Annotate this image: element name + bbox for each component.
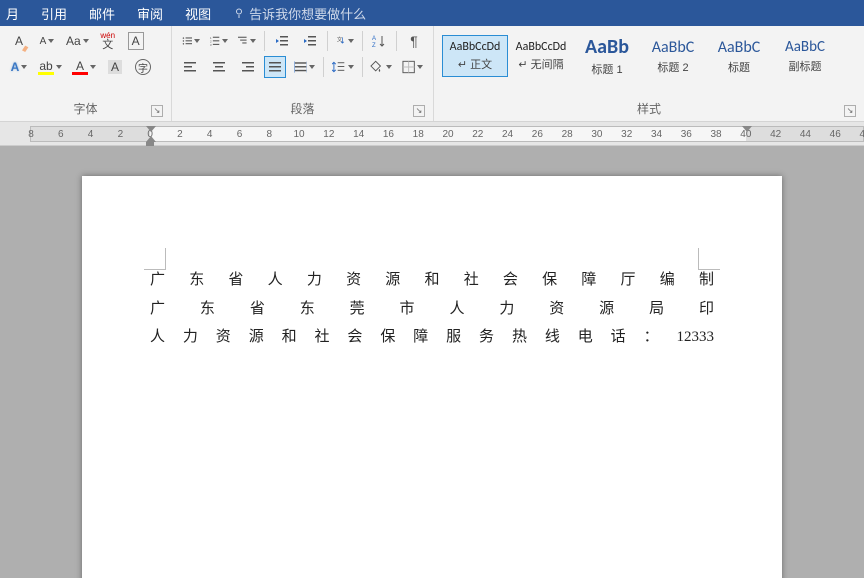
tell-me-text: 告诉我你想要做什么 — [249, 4, 366, 23]
sort-button[interactable]: AZ — [368, 30, 390, 52]
margin-corner-icon — [144, 248, 166, 270]
style-标题2[interactable]: AaBbC标题 2 — [640, 33, 706, 80]
highlight-button[interactable]: ab — [36, 56, 64, 78]
style-↵正文[interactable]: AaBbCcDd↵ 正文 — [442, 35, 508, 77]
font-group: A A Aa wén文 A A ab A A 字 字体 — [0, 26, 172, 121]
text-effects-button[interactable]: A — [8, 56, 30, 78]
change-case-button[interactable]: Aa — [64, 30, 91, 52]
document-line[interactable]: 广东省人力资源和社会保障厅编制 — [150, 266, 714, 295]
page: 广东省人力资源和社会保障厅编制广东省东莞市人力资源局印人力资源和社会保障服务热线… — [82, 176, 782, 578]
svg-text:3: 3 — [210, 43, 212, 47]
line-spacing-button[interactable] — [330, 56, 355, 78]
document-line[interactable]: 人力资源和社会保障服务热线电话：12333 — [150, 323, 714, 352]
ribbon: A A Aa wén文 A A ab A A 字 字体 — [0, 26, 864, 122]
margin-corner-icon — [698, 248, 720, 270]
style-标题1[interactable]: AaBb标题 1 — [574, 30, 640, 82]
align-distributed-button[interactable] — [292, 56, 317, 78]
font-size-inc-button[interactable]: A — [36, 30, 58, 52]
align-center-button[interactable] — [208, 56, 230, 78]
numbering-button[interactable]: 123 — [208, 30, 230, 52]
align-right-button[interactable] — [236, 56, 258, 78]
style-副标题[interactable]: AaBbC副标题 — [772, 33, 838, 79]
menu-tab-mail[interactable]: 邮件 — [89, 4, 115, 23]
styles-dialog-launcher[interactable]: ↘ — [844, 105, 856, 117]
menu-bar: 月 引用 邮件 审阅 视图 告诉我你想要做什么 — [0, 0, 864, 26]
decrease-indent-button[interactable] — [271, 30, 293, 52]
menu-tab-references[interactable]: 引用 — [41, 4, 67, 23]
borders-button[interactable] — [400, 56, 425, 78]
bullets-button[interactable] — [180, 30, 202, 52]
align-justify-button[interactable] — [264, 56, 286, 78]
document-area[interactable]: 广东省人力资源和社会保障厅编制广东省东莞市人力资源局印人力资源和社会保障服务热线… — [0, 146, 864, 578]
multilevel-list-button[interactable] — [236, 30, 258, 52]
document-body[interactable]: 广东省人力资源和社会保障厅编制广东省东莞市人力资源局印人力资源和社会保障服务热线… — [150, 266, 714, 352]
paragraph-dialog-launcher[interactable]: ↘ — [413, 105, 425, 117]
styles-group-label: 样式 ↘ — [442, 98, 856, 119]
char-shading-button[interactable]: A — [104, 56, 126, 78]
font-group-label: 字体 ↘ — [8, 98, 163, 119]
font-color-button[interactable]: A — [70, 56, 98, 78]
menu-tab-view[interactable]: 视图 — [185, 4, 211, 23]
character-border-button[interactable]: A — [125, 30, 147, 52]
styles-group: AaBbCcDd↵ 正文AaBbCcDd↵ 无间隔AaBb标题 1AaBbC标题… — [434, 26, 864, 121]
shading-button[interactable] — [368, 56, 393, 78]
svg-text:Z: Z — [372, 43, 376, 48]
svg-text:A: A — [372, 36, 376, 42]
clear-formatting-button[interactable]: A — [8, 30, 30, 52]
show-marks-button[interactable]: ¶ — [403, 30, 425, 52]
text-direction-button[interactable]: 文 — [334, 30, 356, 52]
lightbulb-icon — [233, 7, 245, 19]
align-left-button[interactable] — [180, 56, 202, 78]
style-标题[interactable]: AaBbC标题 — [706, 33, 772, 80]
paragraph-group: 123 文 AZ ¶ — [172, 26, 434, 121]
enclose-chars-button[interactable]: 字 — [132, 56, 154, 78]
increase-indent-button[interactable] — [299, 30, 321, 52]
tell-me-search[interactable]: 告诉我你想要做什么 — [233, 4, 366, 23]
menu-tab-partial[interactable]: 月 — [6, 4, 19, 23]
menu-tab-review[interactable]: 审阅 — [137, 4, 163, 23]
horizontal-ruler[interactable]: 8642024681012141618202224262830323436384… — [0, 122, 864, 146]
style-↵无间隔[interactable]: AaBbCcDd↵ 无间隔 — [508, 35, 574, 77]
font-dialog-launcher[interactable]: ↘ — [151, 105, 163, 117]
phonetic-guide-button[interactable]: wén文 — [97, 30, 119, 52]
paragraph-group-label: 段落 ↘ — [180, 98, 425, 119]
document-line[interactable]: 广东省东莞市人力资源局印 — [150, 295, 714, 324]
